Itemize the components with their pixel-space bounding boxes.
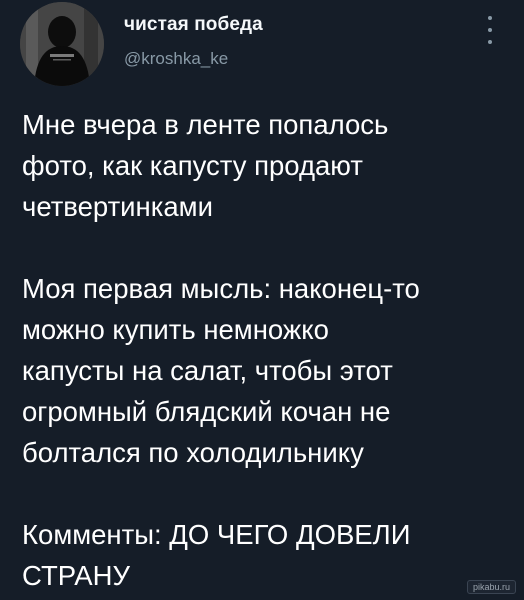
tweet-paragraph: Мне вчера в ленте попалось фото, как кап… [22,104,512,227]
text-line: болтался по холодильнику [22,437,364,468]
dot [488,40,492,44]
user-handle[interactable]: @kroshka_ke [124,49,228,69]
text-line: фото, как капусту продают [22,150,363,181]
more-vertical-icon[interactable] [478,16,502,44]
text-line: можно купить немножко [22,314,329,345]
text-line: капусты на салат, чтобы этот [22,355,393,386]
display-name[interactable]: чистая победа [124,14,263,36]
tweet: чистая победа @kroshka_ke Мне вчера в ле… [0,0,524,600]
tweet-paragraph: Моя первая мысль: наконец-то можно купит… [22,268,512,473]
text-line: огромный блядский кочан не [22,396,391,427]
avatar[interactable] [20,2,104,86]
avatar-image [20,2,104,86]
watermark: pikabu.ru [466,580,516,594]
text-line: СТРАНУ [22,560,130,591]
tweet-paragraph: Комменты: ДО ЧЕГО ДОВЕЛИ СТРАНУ [22,514,512,596]
dot [488,28,492,32]
tweet-text: Мне вчера в ленте попалось фото, как кап… [22,104,512,596]
text-line: Моя первая мысль: наконец-то [22,273,420,304]
text-line: Мне вчера в ленте попалось [22,109,389,140]
text-line: четвертинками [22,191,213,222]
dot [488,16,492,20]
text-line: Комменты: ДО ЧЕГО ДОВЕЛИ [22,519,411,550]
